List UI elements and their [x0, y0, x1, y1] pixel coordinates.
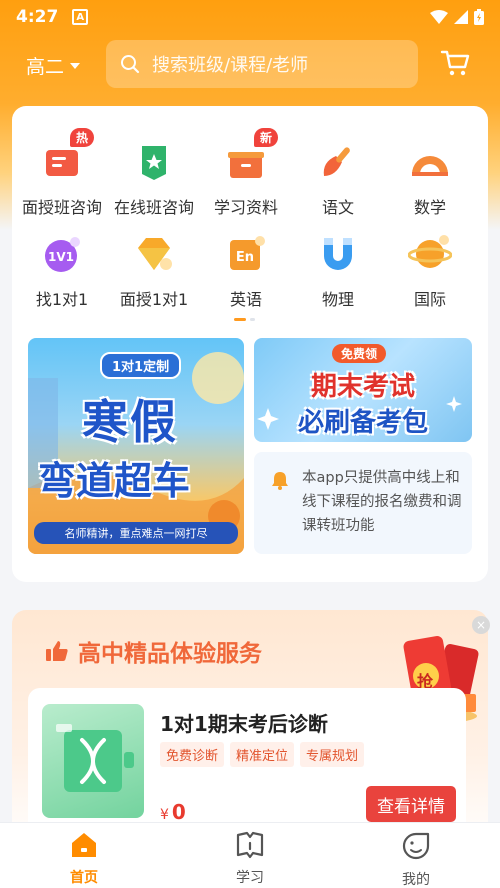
one-on-one-icon: 1V1	[45, 237, 80, 272]
new-badge: 新	[254, 128, 279, 147]
search-input[interactable]: 搜索班级/课程/老师	[106, 40, 418, 88]
price-value: 0	[171, 800, 186, 824]
international-planet-icon	[408, 235, 452, 268]
battery-icon	[474, 9, 484, 25]
category-international[interactable]: 国际	[384, 228, 476, 310]
status-time: 4:27	[16, 7, 59, 27]
tab-profile[interactable]: 我的	[366, 831, 466, 888]
banner-tag: 1对1定制	[100, 352, 182, 379]
category-one-on-one[interactable]: 1V1 找1对1	[16, 228, 108, 310]
offline-one-on-one-icon	[138, 238, 172, 270]
winter-break-banner[interactable]: 1对1定制 寒假 弯道超车 名师精讲，重点难点一网打尽	[28, 338, 244, 554]
chinese-brush-icon	[323, 147, 350, 176]
product-title: 1对1期末考后诊断	[160, 712, 328, 736]
math-protractor-icon	[412, 156, 448, 176]
bell-icon	[272, 472, 288, 490]
wifi-icon	[430, 10, 448, 24]
top-header: 高二 搜索班级/课程/老师	[0, 38, 500, 90]
category-label: 国际	[413, 290, 446, 309]
experience-service-card: 高中精品体验服务 × 抢 1对1期末考后诊断 免费诊断 精准定位 专属规划 ¥ …	[12, 610, 490, 850]
product-tags: 免费诊断 精准定位 专属规划	[160, 742, 365, 767]
dna-icon	[56, 724, 134, 792]
category-study-materials[interactable]: 新 学习资料	[200, 128, 292, 218]
app-notification-icon: A	[72, 9, 89, 25]
product-tag: 专属规划	[300, 742, 365, 767]
banner-headline: 期末考试	[310, 372, 415, 402]
status-bar: 4:27 A	[0, 0, 500, 34]
free-tag: 免费领	[332, 344, 387, 363]
page-indicator	[234, 318, 255, 321]
english-icon: En	[230, 236, 265, 270]
tab-label: 我的	[402, 872, 430, 888]
category-label: 学习资料	[213, 198, 278, 217]
tab-label: 首页	[70, 870, 98, 886]
product-thumbnail	[42, 704, 144, 818]
category-math[interactable]: 数学	[384, 136, 476, 218]
section-title: 高中精品体验服务	[44, 634, 262, 668]
physics-magnet-icon	[324, 238, 352, 270]
category-offline-one-on-one[interactable]: 面授1对1	[108, 228, 200, 310]
category-english[interactable]: En 英语	[200, 228, 292, 310]
product-card[interactable]: 1对1期末考后诊断 免费诊断 精准定位 专属规划 ¥0 查看详情	[28, 688, 466, 838]
svg-text:En: En	[236, 250, 254, 265]
currency-symbol: ¥	[160, 807, 169, 823]
profile-icon	[402, 832, 430, 860]
category-label: 面授班咨询	[21, 198, 102, 217]
banner-headline: 寒假	[82, 395, 178, 449]
quick-entry-card: 热 面授班咨询 在线班咨询 新 学习资料 语文 数学 1V1 找1对1 面授1对…	[12, 106, 488, 582]
category-label: 英语	[229, 290, 262, 309]
product-tag: 精准定位	[230, 742, 295, 767]
notice-text: 本app只提供高中线上和线下课程的报名缴费和调课转班功能	[302, 470, 462, 534]
tab-home[interactable]: 首页	[34, 831, 134, 887]
category-label: 物理	[321, 290, 354, 309]
bottom-tab-bar: 首页 学习 我的	[0, 822, 500, 888]
category-chinese[interactable]: 语文	[292, 136, 384, 218]
category-online-class-consult[interactable]: 在线班咨询	[108, 136, 200, 218]
banner-subheadline: 必刷备考包	[297, 408, 428, 438]
category-label: 语文	[321, 198, 354, 217]
cart-button[interactable]	[440, 48, 470, 82]
online-class-consult-icon	[142, 146, 166, 180]
offline-class-consult-icon	[46, 150, 78, 176]
category-physics[interactable]: 物理	[292, 228, 384, 310]
section-title-text: 高中精品体验服务	[78, 641, 262, 667]
page-dot-active	[234, 318, 246, 321]
category-label: 在线班咨询	[113, 198, 194, 217]
exam-pack-banner[interactable]: 免费领 期末考试 必刷备考包	[254, 338, 472, 442]
tab-study[interactable]: 学习	[200, 831, 300, 887]
search-icon	[121, 55, 140, 74]
cart-icon	[440, 50, 470, 76]
banner-caption: 名师精讲，重点难点一网打尽	[34, 522, 238, 544]
banner-subheadline: 弯道超车	[38, 459, 191, 503]
tab-label: 学习	[236, 870, 264, 886]
grade-selector[interactable]: 高二	[26, 52, 81, 79]
book-icon	[236, 831, 264, 859]
signal-icon	[454, 10, 468, 24]
search-placeholder: 搜索班级/课程/老师	[152, 55, 309, 76]
page-dot	[250, 318, 255, 321]
chevron-down-icon	[70, 62, 81, 69]
notice-card: 本app只提供高中线上和线下课程的报名缴费和调课转班功能	[254, 452, 472, 554]
study-materials-icon	[228, 152, 264, 178]
view-details-button[interactable]: 查看详情	[366, 786, 456, 822]
product-price: ¥0	[160, 800, 186, 824]
thumbs-up-icon	[46, 641, 68, 661]
category-offline-class-consult[interactable]: 热 面授班咨询	[16, 128, 108, 218]
hot-badge: 热	[70, 128, 95, 147]
category-label: 找1对1	[35, 290, 89, 309]
product-tag: 免费诊断	[160, 742, 225, 767]
svg-text:1V1: 1V1	[48, 250, 74, 264]
category-label: 数学	[413, 198, 446, 217]
category-label: 面授1对1	[119, 290, 189, 309]
home-icon	[72, 833, 96, 857]
grade-label: 高二	[26, 56, 65, 78]
